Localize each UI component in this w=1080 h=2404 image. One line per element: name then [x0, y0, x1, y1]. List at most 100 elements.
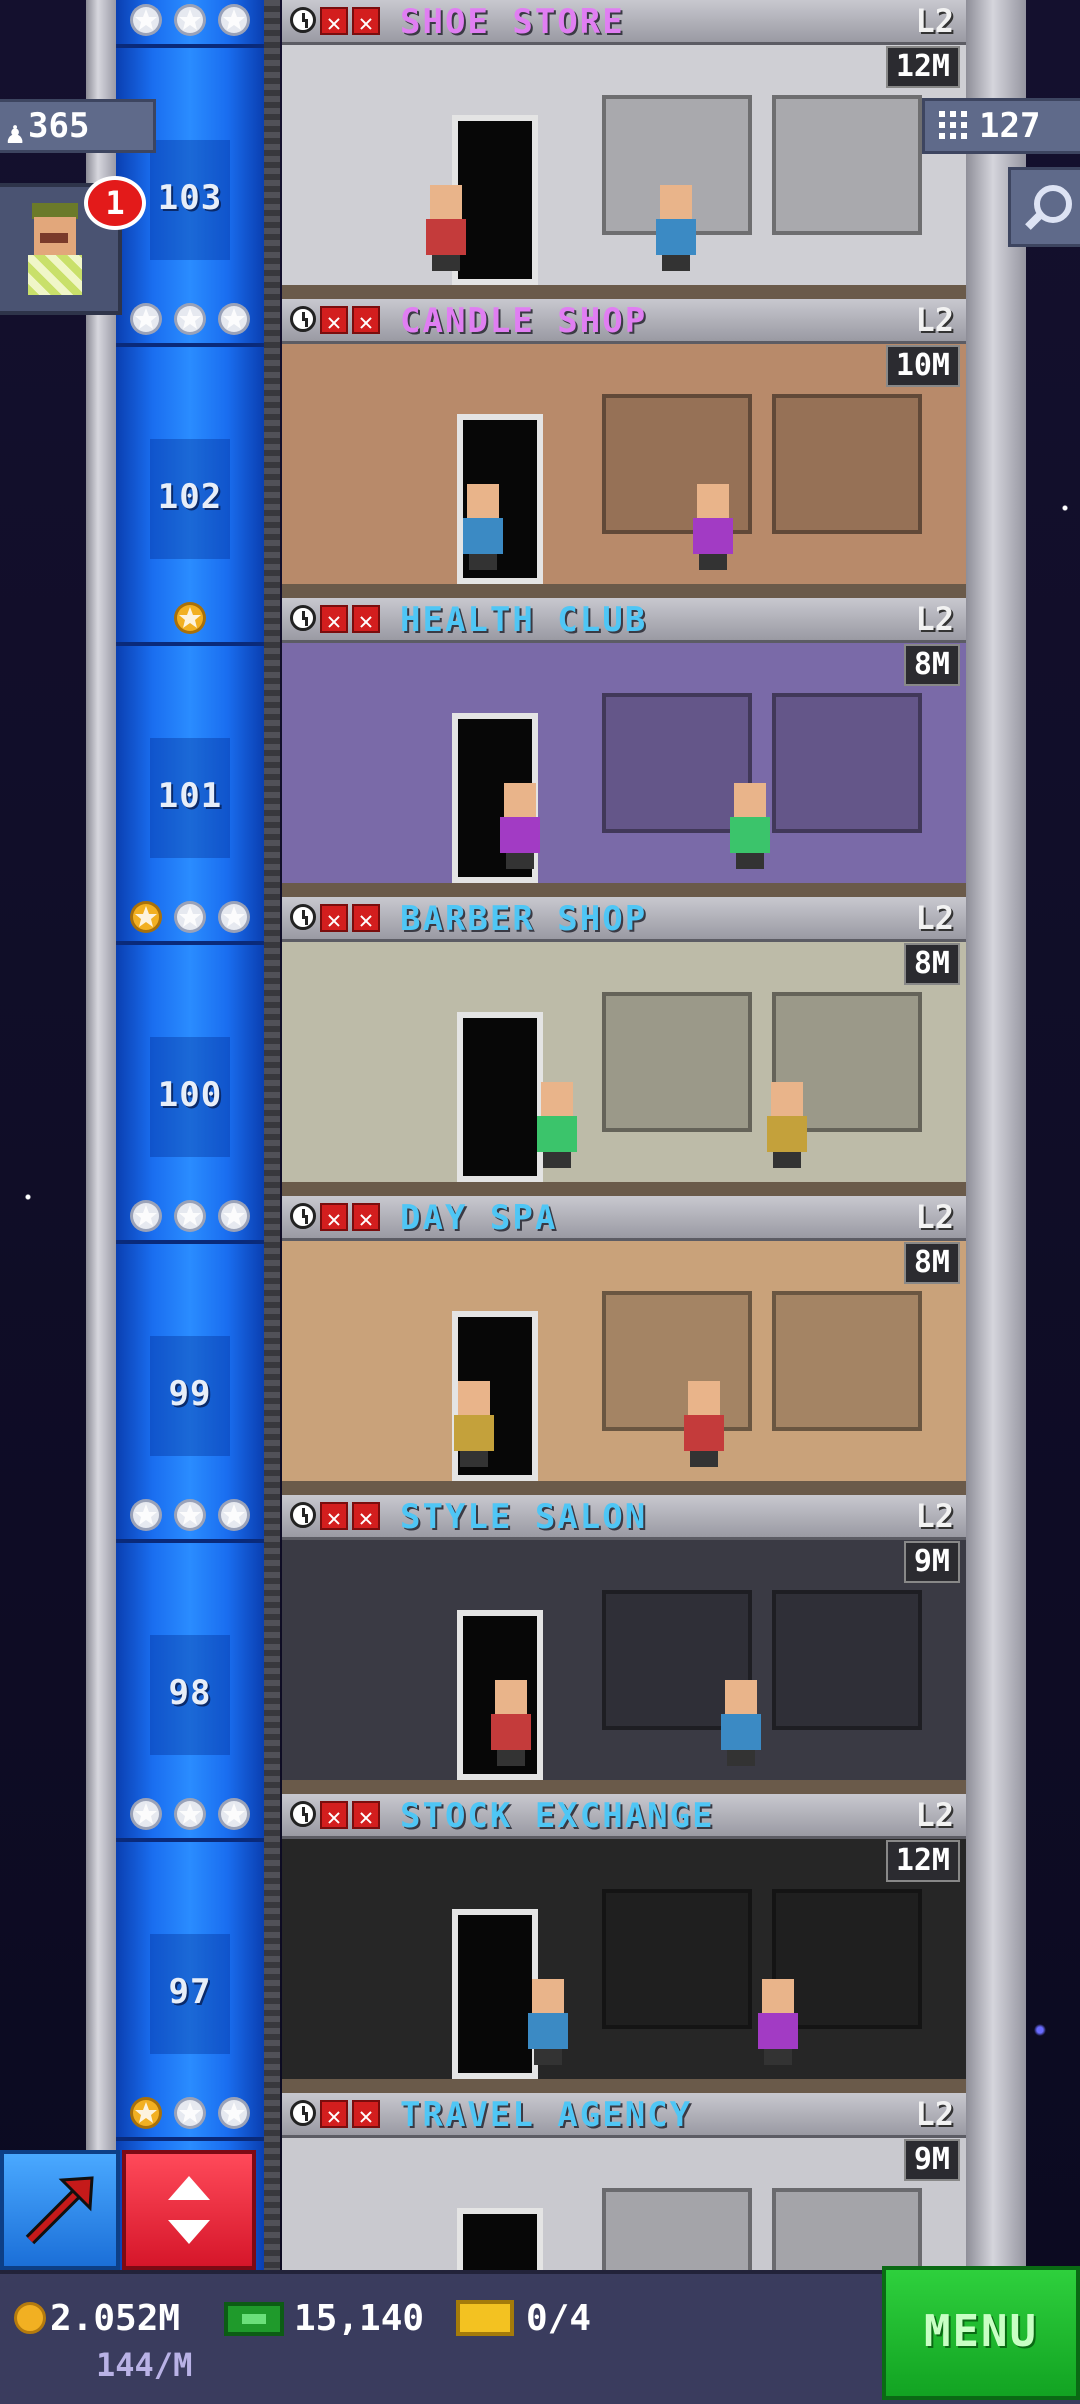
bitizen[interactable] — [533, 1082, 579, 1168]
tower-bux-display[interactable]: 15,140 — [224, 2298, 424, 2339]
silver-star-icon — [216, 1796, 252, 1832]
notification-badge[interactable]: 1 — [84, 176, 146, 230]
floor-baseboard — [282, 584, 966, 598]
bitizen[interactable] — [652, 185, 698, 271]
floor-baseboard — [282, 883, 966, 897]
gold-star-icon — [128, 2095, 164, 2131]
stock-empty-icon: ✕ — [352, 7, 380, 37]
bitizen[interactable] — [496, 783, 542, 869]
elevator-floor-segment[interactable]: 100 — [116, 897, 264, 1196]
floor-name: SHOE STORE — [400, 2, 625, 42]
silver-star-icon — [128, 1198, 164, 1234]
bitizen[interactable] — [459, 484, 505, 570]
bitizen[interactable] — [763, 1082, 809, 1168]
floor-number: 98 — [168, 1673, 212, 1713]
floor-status-icons: ✕ ✕ — [290, 904, 380, 934]
floor-interior — [282, 1839, 966, 2093]
bitizen[interactable] — [524, 1979, 570, 2065]
floor-day-spa[interactable]: ✕ ✕ DAY SPA L2 8M — [282, 1196, 966, 1495]
bitizen[interactable] — [680, 1381, 726, 1467]
floor-stock-exchange[interactable]: ✕ ✕ STOCK EXCHANGE L2 12M — [282, 1794, 966, 2093]
floor-header[interactable]: ✕ ✕ STOCK EXCHANGE L2 — [282, 1794, 966, 1839]
floor-health-club[interactable]: ✕ ✕ HEALTH CLUB L2 8M — [282, 598, 966, 897]
search-button[interactable] — [1008, 167, 1080, 247]
floor-stars — [116, 1497, 264, 1537]
golden-tickets-display[interactable]: 0/4 — [456, 2298, 591, 2339]
room-fixture — [772, 1291, 922, 1431]
floor-header[interactable]: ✕ ✕ BARBER SHOP L2 — [282, 897, 966, 942]
floor-name: BARBER SHOP — [400, 899, 648, 939]
floor-level: L2 — [915, 2, 954, 40]
up-arrow-button[interactable] — [0, 2150, 120, 2270]
coins-display[interactable]: 2.052M — [14, 2298, 180, 2339]
room-fixture — [772, 1590, 922, 1730]
bux-icon — [224, 2302, 284, 2336]
person-icon: ♟ — [6, 116, 25, 151]
elevator-floor-segment[interactable]: 102 — [116, 299, 264, 598]
floor-interior — [282, 1540, 966, 1794]
elevator-floor-segment[interactable]: 101 — [116, 598, 264, 897]
bitizen[interactable] — [726, 783, 772, 869]
diagonal-arrow-icon — [25, 2176, 94, 2245]
stock-empty-icon: ✕ — [320, 2100, 348, 2130]
floor-level: L2 — [915, 899, 954, 937]
floor-header[interactable]: ✕ ✕ DAY SPA L2 — [282, 1196, 966, 1241]
building-grid-icon — [939, 111, 967, 143]
stock-empty-icon: ✕ — [352, 2100, 380, 2130]
shaft-divider — [116, 1539, 264, 1543]
floor-header[interactable]: ✕ ✕ STYLE SALON L2 — [282, 1495, 966, 1540]
floor-candle-shop[interactable]: ✕ ✕ CANDLE SHOP L2 10M — [282, 299, 966, 598]
elevator-floor-segment[interactable]: 99 — [116, 1196, 264, 1495]
clock-icon — [290, 605, 316, 631]
floor-level: L2 — [915, 2095, 954, 2133]
stock-empty-icon: ✕ — [320, 904, 348, 934]
floors-count-badge[interactable]: 127 — [922, 98, 1080, 154]
clock-icon — [290, 306, 316, 332]
elevator-floor-segment[interactable]: 98 — [116, 1495, 264, 1794]
clock-icon — [290, 904, 316, 930]
stock-empty-icon: ✕ — [320, 1801, 348, 1831]
floor-level: L2 — [915, 1796, 954, 1834]
floor-shoe-store[interactable]: ✕ ✕ SHOE STORE L2 12M — [282, 0, 966, 299]
elevator-floor-segment[interactable]: 97 — [116, 1794, 264, 2093]
floor-stars — [116, 1198, 264, 1238]
floor-status-icons: ✕ ✕ — [290, 2100, 380, 2130]
floor-style-salon[interactable]: ✕ ✕ STYLE SALON L2 9M — [282, 1495, 966, 1794]
floor-income: 8M — [903, 644, 960, 686]
bitizen[interactable] — [450, 1381, 496, 1467]
bitizen[interactable] — [717, 1680, 763, 1766]
shaft-divider — [116, 642, 264, 646]
floor-level: L2 — [915, 600, 954, 638]
floor-header[interactable]: ✕ ✕ TRAVEL AGENCY L2 — [282, 2093, 966, 2138]
clock-icon — [290, 1203, 316, 1229]
clock-icon — [290, 2100, 316, 2126]
floor-header[interactable]: ✕ ✕ SHOE STORE L2 — [282, 0, 966, 45]
stock-empty-icon: ✕ — [352, 306, 380, 336]
floor-status-icons: ✕ ✕ — [290, 1502, 380, 1532]
floor-income: 9M — [903, 2139, 960, 2181]
floor-number: 99 — [168, 1374, 212, 1414]
stock-empty-icon: ✕ — [352, 904, 380, 934]
menu-button[interactable]: MENU — [882, 2266, 1080, 2400]
bitizen[interactable] — [422, 185, 468, 271]
bitizen[interactable] — [689, 484, 735, 570]
floor-status-icons: ✕ ✕ — [290, 7, 380, 37]
floor-stars — [116, 1796, 264, 1836]
population-badge[interactable]: ♟ 365 — [0, 99, 156, 153]
floor-baseboard — [282, 1780, 966, 1794]
stock-empty-icon: ✕ — [352, 1502, 380, 1532]
clock-icon — [290, 1502, 316, 1528]
coins-value: 2.052M — [50, 2298, 181, 2339]
floor-header[interactable]: ✕ ✕ HEALTH CLUB L2 — [282, 598, 966, 643]
floor-header[interactable]: ✕ ✕ CANDLE SHOP L2 — [282, 299, 966, 344]
bitizen-avatar — [20, 203, 90, 303]
floor-baseboard — [282, 2079, 966, 2093]
bux-value: 15,140 — [294, 2298, 425, 2339]
bitizen[interactable] — [754, 1979, 800, 2065]
floor-barber-shop[interactable]: ✕ ✕ BARBER SHOP L2 8M — [282, 897, 966, 1196]
elevator-button[interactable] — [122, 2150, 256, 2270]
silver-star-icon — [172, 899, 208, 935]
shaft-divider — [116, 941, 264, 945]
bitizen[interactable] — [487, 1680, 533, 1766]
floor-interior — [282, 344, 966, 598]
